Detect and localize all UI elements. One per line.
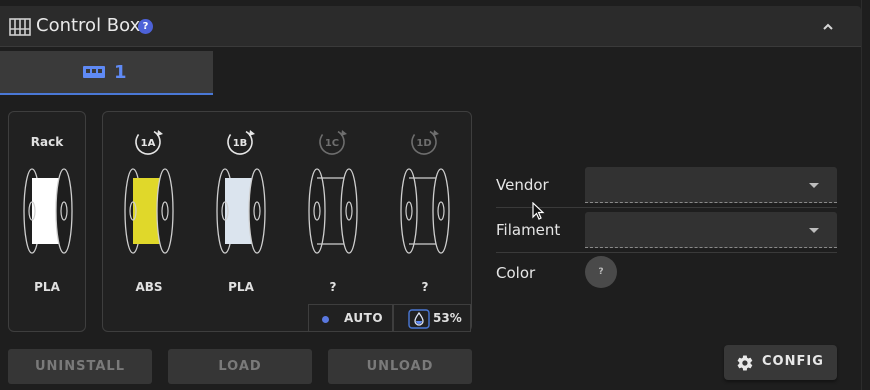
spool-icon[interactable]: [121, 168, 177, 254]
spool-icon: [23, 168, 73, 254]
humidity-drop-icon: [408, 309, 430, 329]
spool-icon[interactable]: [213, 168, 269, 254]
dropdown-caret-icon: [809, 228, 819, 233]
vendor-label: Vendor: [496, 176, 549, 194]
tool-slots: 1A ABS 1B PLA 1C ? 1D ?: [102, 111, 472, 332]
divider: [496, 252, 837, 253]
chevron-up-icon[interactable]: [818, 18, 838, 36]
mode-label: AUTO: [344, 311, 384, 325]
tool-badge-1d-icon: 1D: [411, 129, 439, 155]
gear-icon: [737, 355, 753, 371]
tab-label: 1: [114, 62, 127, 83]
config-button[interactable]: CONFIG: [724, 345, 837, 380]
load-button[interactable]: LOAD: [168, 349, 312, 384]
spool-icon[interactable]: [397, 168, 453, 254]
color-swatch[interactable]: ?: [585, 256, 617, 288]
tab-unit-1[interactable]: 1: [0, 51, 213, 95]
uninstall-button[interactable]: UNINSTALL: [8, 349, 152, 384]
divider: [496, 207, 837, 208]
dropdown-caret-icon: [809, 183, 819, 188]
tool-badge-1a-icon: 1A: [135, 129, 163, 155]
unload-button[interactable]: UNLOAD: [328, 349, 472, 384]
filament-label: Filament: [496, 221, 561, 239]
vendor-select[interactable]: [585, 167, 837, 203]
unit-icon: [83, 66, 105, 78]
help-icon[interactable]: ?: [138, 19, 153, 34]
tool-material-1a: ABS: [135, 280, 163, 294]
spool-icon[interactable]: [305, 168, 361, 254]
humidity-value: 53%: [433, 311, 462, 325]
svg-text:1B: 1B: [233, 138, 248, 149]
svg-text:1C: 1C: [325, 138, 339, 149]
tool-material-1b: PLA: [228, 280, 254, 294]
control-box-panel: Control Box ? 1 Rack PLA 1A ABS 1B PLA 1…: [0, 0, 862, 390]
config-label: CONFIG: [762, 354, 824, 369]
svg-text:1D: 1D: [416, 138, 431, 149]
tool-badge-1c-icon: 1C: [319, 129, 347, 155]
control-box-icon: [9, 18, 31, 36]
tool-material-1c: ?: [329, 280, 337, 294]
rack-slot[interactable]: Rack PLA: [8, 111, 86, 332]
svg-text:1A: 1A: [141, 138, 156, 149]
filament-select[interactable]: [585, 212, 837, 248]
rack-label: Rack: [30, 135, 64, 149]
tool-material-1d: ?: [421, 280, 429, 294]
tool-badge-1b-icon: 1B: [227, 129, 255, 155]
panel-title: Control Box: [36, 15, 141, 36]
mode-indicator[interactable]: AUTO: [308, 304, 393, 332]
rack-material: PLA: [34, 280, 60, 294]
mode-dot-icon: [322, 316, 329, 323]
humidity-indicator: 53%: [393, 304, 471, 332]
color-label: Color: [496, 264, 536, 282]
panel-header: Control Box ?: [0, 6, 861, 47]
mouse-cursor-icon: [532, 202, 545, 220]
